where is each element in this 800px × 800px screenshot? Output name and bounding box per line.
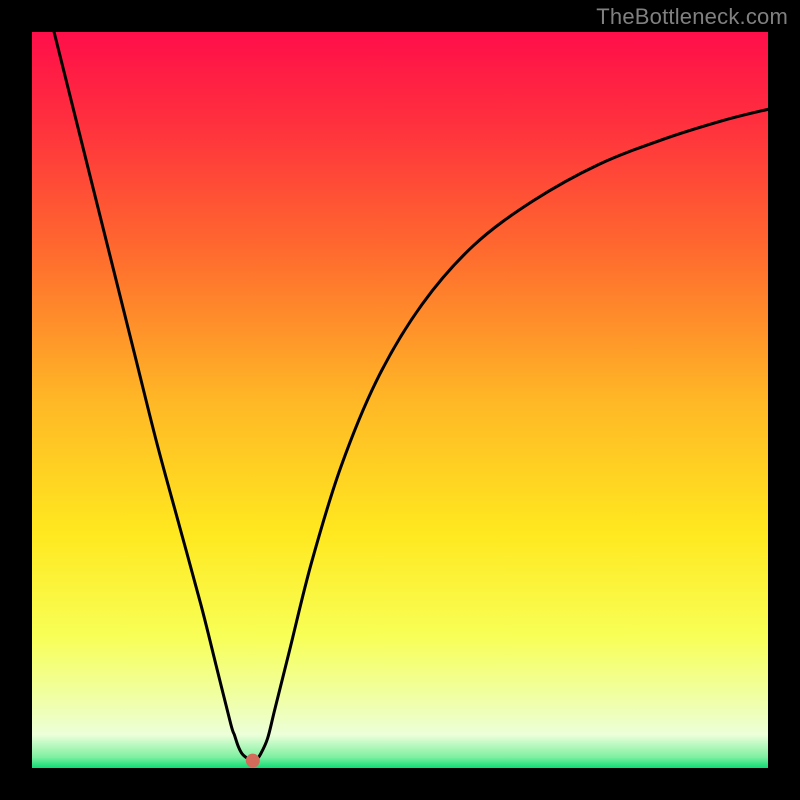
chart-frame: TheBottleneck.com <box>0 0 800 800</box>
plot-area <box>32 32 768 768</box>
chart-svg <box>32 32 768 768</box>
marker-dot <box>246 754 260 768</box>
watermark-text: TheBottleneck.com <box>596 4 788 30</box>
